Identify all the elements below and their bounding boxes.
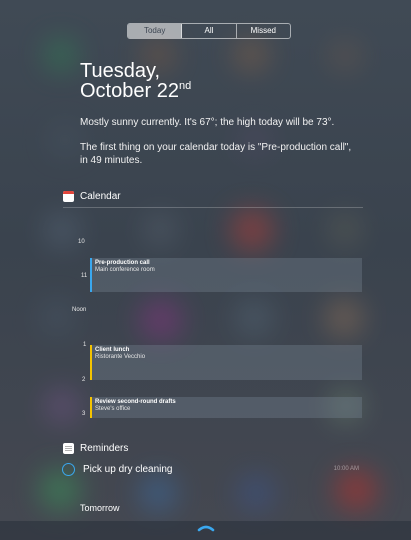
calendar-summary: The first thing on your calendar today i… <box>80 142 352 166</box>
reminders-icon <box>63 443 74 454</box>
event-location: Main conference room <box>95 267 155 273</box>
reminder-item[interactable]: Pick up dry cleaning 10:00 AM <box>62 461 362 477</box>
background-blob <box>238 475 274 511</box>
weather-summary: Mostly sunny currently. It's 67°; the hi… <box>80 117 335 128</box>
calendar-event[interactable]: Review second-round drafts Steve's offic… <box>90 397 362 418</box>
background-blob <box>235 40 267 70</box>
calendar-event[interactable]: Pre-production call Main conference room <box>90 258 362 292</box>
date-ordinal: nd <box>178 80 192 92</box>
segment-today[interactable]: Today <box>128 24 183 38</box>
hour-label: 1 <box>83 342 87 348</box>
calendar-event[interactable]: Client lunch Ristorante Vecchio <box>90 345 362 380</box>
background-blob <box>46 40 76 70</box>
reminders-heading: Reminders <box>80 443 129 454</box>
background-blob <box>326 300 362 336</box>
background-blob <box>140 300 182 340</box>
hour-label: 3 <box>82 411 86 417</box>
tomorrow-heading: Tomorrow <box>80 503 120 513</box>
background-blob <box>140 475 176 511</box>
calendar-section-header[interactable]: Calendar <box>63 191 121 202</box>
reminder-text: Pick up dry cleaning <box>83 463 173 475</box>
background-blob <box>46 390 78 422</box>
background-blob <box>145 215 175 245</box>
date-month-day: October 22nd <box>80 80 191 103</box>
event-location: Ristorante Vecchio <box>95 354 146 360</box>
hour-label: 10 <box>78 239 85 245</box>
event-title: Client lunch <box>95 347 130 353</box>
date-month-day-text: October 22 <box>80 80 179 102</box>
background-blob <box>330 42 360 70</box>
reminder-time: 10:00 AM <box>333 466 359 472</box>
background-blob <box>40 300 74 334</box>
background-blob <box>330 215 360 245</box>
circle-check-icon[interactable] <box>62 462 75 476</box>
chevron-up-handle-icon[interactable] <box>196 523 216 533</box>
hour-label: Noon <box>72 307 87 313</box>
hour-label: 2 <box>82 377 86 383</box>
background-blob <box>232 210 272 250</box>
calendar-heading: Calendar <box>80 191 121 202</box>
hour-label: 11 <box>81 273 88 279</box>
calendar-icon <box>63 191 74 202</box>
reminders-section-header[interactable]: Reminders <box>63 443 128 454</box>
segment-missed[interactable]: Missed <box>237 24 290 38</box>
event-title: Review second-round drafts <box>95 399 176 405</box>
background-blob <box>236 300 272 336</box>
background-blob <box>45 215 79 247</box>
event-location: Steve's office <box>95 406 131 412</box>
calendar-divider <box>63 207 363 208</box>
view-segmented-control: Today All Missed <box>127 23 291 39</box>
background-blob <box>50 125 80 155</box>
event-title: Pre-production call <box>95 260 150 266</box>
segment-all[interactable]: All <box>182 24 237 38</box>
